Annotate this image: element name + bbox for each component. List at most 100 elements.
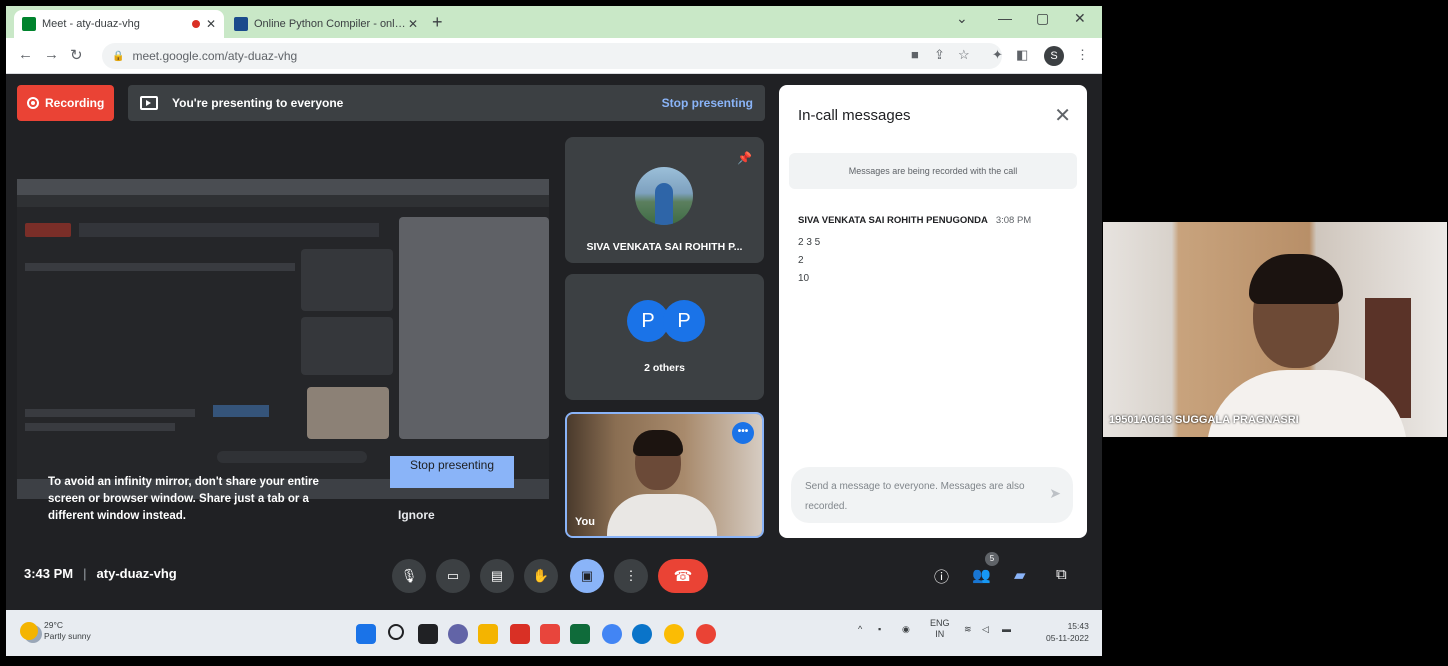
- wifi-icon[interactable]: ≋: [964, 624, 972, 635]
- language-line1: ENG: [930, 618, 950, 628]
- recording-dot-icon: [191, 20, 200, 28]
- hand-icon: ✋: [532, 568, 550, 583]
- weather-text: 29°C Partly sunny: [44, 620, 91, 642]
- people-count-badge: 5: [985, 552, 999, 566]
- reload-icon[interactable]: ↻: [70, 46, 83, 64]
- mirror-recording: [25, 223, 71, 237]
- hangup-icon: ☎: [673, 568, 693, 585]
- tray-security-icon[interactable]: ◉: [902, 624, 910, 635]
- profile-avatar[interactable]: S: [1044, 46, 1064, 66]
- chrome-alt-icon[interactable]: [696, 624, 716, 644]
- mirror-stop: [213, 405, 269, 417]
- camera-icon: ▭: [446, 568, 460, 583]
- more-options-icon[interactable]: •••: [732, 422, 754, 444]
- infinity-mirror-warning: To avoid an infinity mirror, don't share…: [48, 476, 319, 522]
- address-bar[interactable]: 🔒 meet.google.com/aty-duaz-vhg: [102, 43, 1002, 69]
- new-tab-button[interactable]: +: [432, 12, 443, 33]
- extensions-icon[interactable]: ✦: [992, 47, 1003, 63]
- back-icon[interactable]: ←: [18, 46, 33, 63]
- close-icon[interactable]: ✕: [1054, 103, 1071, 128]
- minimize-icon[interactable]: —: [998, 10, 1012, 26]
- store-icon[interactable]: [540, 624, 560, 644]
- mirror-line: [25, 263, 295, 271]
- meeting-time: 3:43 PM: [24, 566, 74, 581]
- task-view-icon[interactable]: [418, 624, 438, 644]
- mirror-toolbar: [17, 195, 549, 207]
- present-button[interactable]: ▣: [570, 559, 604, 593]
- system-clock[interactable]: 15:43 05-11-2022: [1046, 620, 1089, 644]
- pin-icon[interactable]: 📌: [737, 151, 752, 165]
- browser-toolbar: ← → ↻ 🔒 meet.google.com/aty-duaz-vhg ■ ⇪…: [6, 38, 1102, 74]
- app-icon[interactable]: [570, 624, 590, 644]
- forward-icon[interactable]: →: [44, 46, 59, 63]
- mirror-presenting-bar: [79, 223, 379, 237]
- chat-icon[interactable]: ▰: [1014, 566, 1026, 584]
- camera-indicator-icon[interactable]: ■: [911, 47, 919, 62]
- raise-hand-button[interactable]: ✋: [524, 559, 558, 593]
- send-icon[interactable]: ➤: [1049, 485, 1061, 502]
- mirror-line: [25, 409, 195, 417]
- browser-app-icon[interactable]: [632, 624, 652, 644]
- weather-icon: [20, 622, 38, 640]
- ignore-button[interactable]: Ignore: [398, 508, 435, 522]
- tab-python-compiler[interactable]: Online Python Compiler - online ✕: [226, 10, 426, 38]
- compiler-favicon-icon: [234, 17, 248, 31]
- file-explorer-icon[interactable]: [478, 624, 498, 644]
- browser-window: Meet - aty-duaz-vhg ✕ Online Python Comp…: [6, 6, 1102, 656]
- remote-participant-name: 19501A0613 SUGGALA PRAGNASRI: [1109, 414, 1299, 426]
- chevron-down-icon[interactable]: ⌄: [956, 10, 968, 27]
- self-hair: [633, 430, 683, 456]
- lock-icon: 🔒: [112, 50, 125, 62]
- stop-presenting-link[interactable]: Stop presenting: [662, 96, 753, 110]
- menu-kebab-icon[interactable]: ⋮: [1076, 47, 1089, 63]
- battery-icon[interactable]: ▬: [1002, 624, 1011, 634]
- mirror-line: [25, 423, 175, 431]
- maximize-icon[interactable]: ▢: [1036, 10, 1049, 27]
- chat-app-icon[interactable]: [448, 624, 468, 644]
- message-sender: SIVA VENKATA SAI ROHITH PENUGONDA 3:08 PM: [798, 215, 1031, 226]
- weather-widget[interactable]: 29°C Partly sunny: [20, 620, 91, 642]
- share-icon[interactable]: ⇪: [934, 47, 945, 63]
- mirror-video: [307, 387, 389, 439]
- microphone-button[interactable]: 🎙: [392, 559, 426, 593]
- sidepanel-icon[interactable]: ◧: [1016, 47, 1028, 63]
- participant-tile[interactable]: 📌 SIVA VENKATA SAI ROHITH P...: [565, 137, 764, 263]
- leave-call-button[interactable]: ☎: [658, 559, 708, 593]
- tray-app-icon[interactable]: ▪: [878, 624, 881, 634]
- recording-button[interactable]: Recording: [17, 85, 114, 121]
- edge-icon[interactable]: [602, 624, 622, 644]
- screen-share-preview: [17, 179, 549, 499]
- close-tab-icon[interactable]: ✕: [408, 17, 418, 31]
- mirror-messages: [399, 217, 549, 439]
- captions-button[interactable]: ▤: [480, 559, 514, 593]
- captions-icon: ▤: [490, 568, 504, 583]
- close-tab-icon[interactable]: ✕: [206, 17, 216, 31]
- self-name: You: [575, 516, 595, 528]
- tab-meet[interactable]: Meet - aty-duaz-vhg ✕: [14, 10, 224, 38]
- close-window-icon[interactable]: ✕: [1074, 10, 1086, 27]
- more-options-button[interactable]: ⋮: [614, 559, 648, 593]
- chrome-icon[interactable]: [664, 624, 684, 644]
- people-icon[interactable]: 👥: [972, 566, 991, 584]
- bookmark-star-icon[interactable]: ☆: [958, 47, 970, 63]
- meeting-details-icon[interactable]: ⓘ: [934, 566, 949, 587]
- volume-icon[interactable]: ◁: [982, 624, 989, 635]
- participant-name: 2 others: [644, 362, 685, 374]
- mirror-tab-strip: [17, 179, 549, 195]
- clock-date: 05-11-2022: [1046, 633, 1089, 643]
- self-video-tile[interactable]: You •••: [565, 412, 764, 538]
- activities-icon[interactable]: ⧉: [1056, 566, 1067, 583]
- presenting-bar: You're presenting to everyone Stop prese…: [128, 85, 765, 121]
- mcafee-icon[interactable]: [510, 624, 530, 644]
- camera-button[interactable]: ▭: [436, 559, 470, 593]
- search-icon[interactable]: [388, 624, 404, 640]
- start-icon[interactable]: [356, 624, 376, 644]
- message-input[interactable]: Send a message to everyone. Messages are…: [791, 467, 1073, 523]
- tab-strip: Meet - aty-duaz-vhg ✕ Online Python Comp…: [6, 6, 1102, 38]
- stop-presenting-button[interactable]: Stop presenting: [390, 456, 514, 488]
- in-call-messages-panel: In-call messages ✕ Messages are being re…: [779, 85, 1087, 538]
- others-tile[interactable]: P P 2 others: [565, 274, 764, 400]
- language-indicator[interactable]: ENG IN: [930, 618, 950, 640]
- tray-chevron-icon[interactable]: ^: [858, 624, 862, 634]
- message-line: 10: [798, 273, 810, 284]
